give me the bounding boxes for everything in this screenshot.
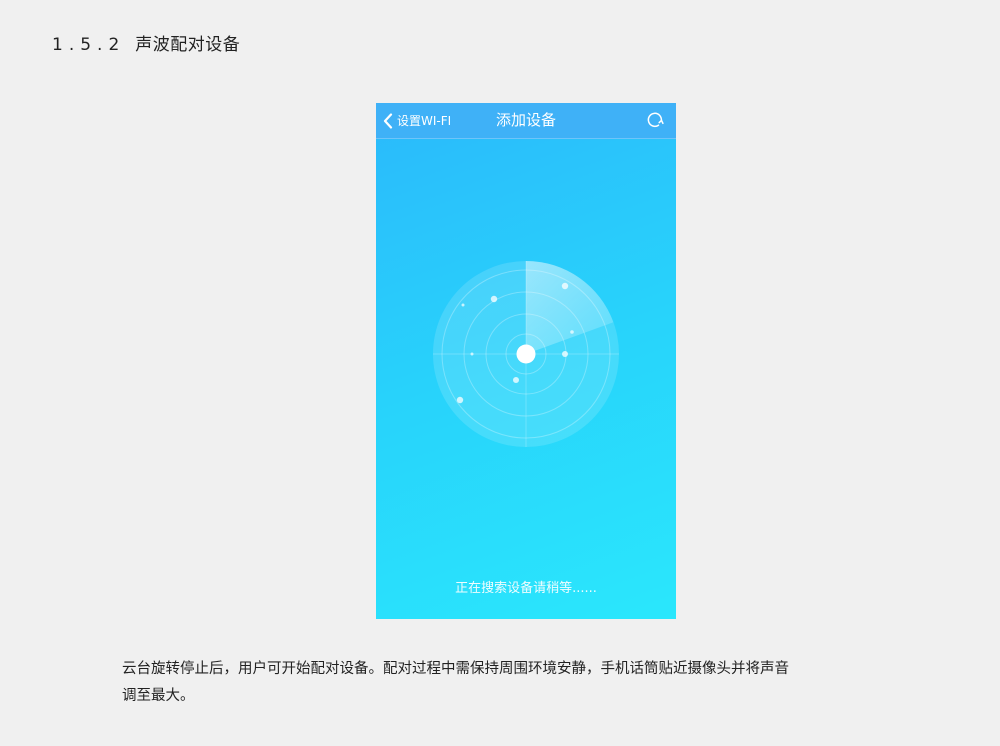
- radar-scanner: [433, 261, 619, 447]
- description-line-1: 云台旋转停止后，用户可开始配对设备。配对过程中需保持周围环境安静，手机话筒贴近摄…: [122, 661, 789, 677]
- section-number: 1.5.2: [52, 35, 126, 55]
- radar-dot: [456, 396, 464, 404]
- section-title: 1.5.2 声波配对设备: [52, 30, 240, 55]
- radar-dot: [562, 351, 568, 357]
- radar-dot: [461, 303, 465, 307]
- search-status-text: 正在搜索设备请稍等......: [455, 581, 597, 596]
- back-label: 设置WI-FI: [397, 114, 452, 128]
- chevron-left-icon: [383, 112, 393, 129]
- radar-dot: [513, 377, 519, 383]
- description-text: 云台旋转停止后，用户可开始配对设备。配对过程中需保持周围环境安静，手机话筒贴近摄…: [122, 656, 912, 710]
- radar-dot: [570, 330, 574, 334]
- description-line-2: 调至最大。: [122, 688, 195, 704]
- navbar: 设置WI-FI 添加设备: [376, 103, 676, 139]
- refresh-icon[interactable]: [646, 111, 664, 129]
- radar-dot: [490, 295, 498, 303]
- radar-center-dot: [516, 344, 536, 364]
- phone-screen: 设置WI-FI 添加设备 正在搜索设备请稍等......: [376, 103, 676, 619]
- back-button[interactable]: 设置WI-FI: [382, 103, 451, 138]
- section-heading: 声波配对设备: [135, 35, 241, 55]
- radar-dot: [561, 282, 569, 290]
- radar-dot: [470, 352, 474, 356]
